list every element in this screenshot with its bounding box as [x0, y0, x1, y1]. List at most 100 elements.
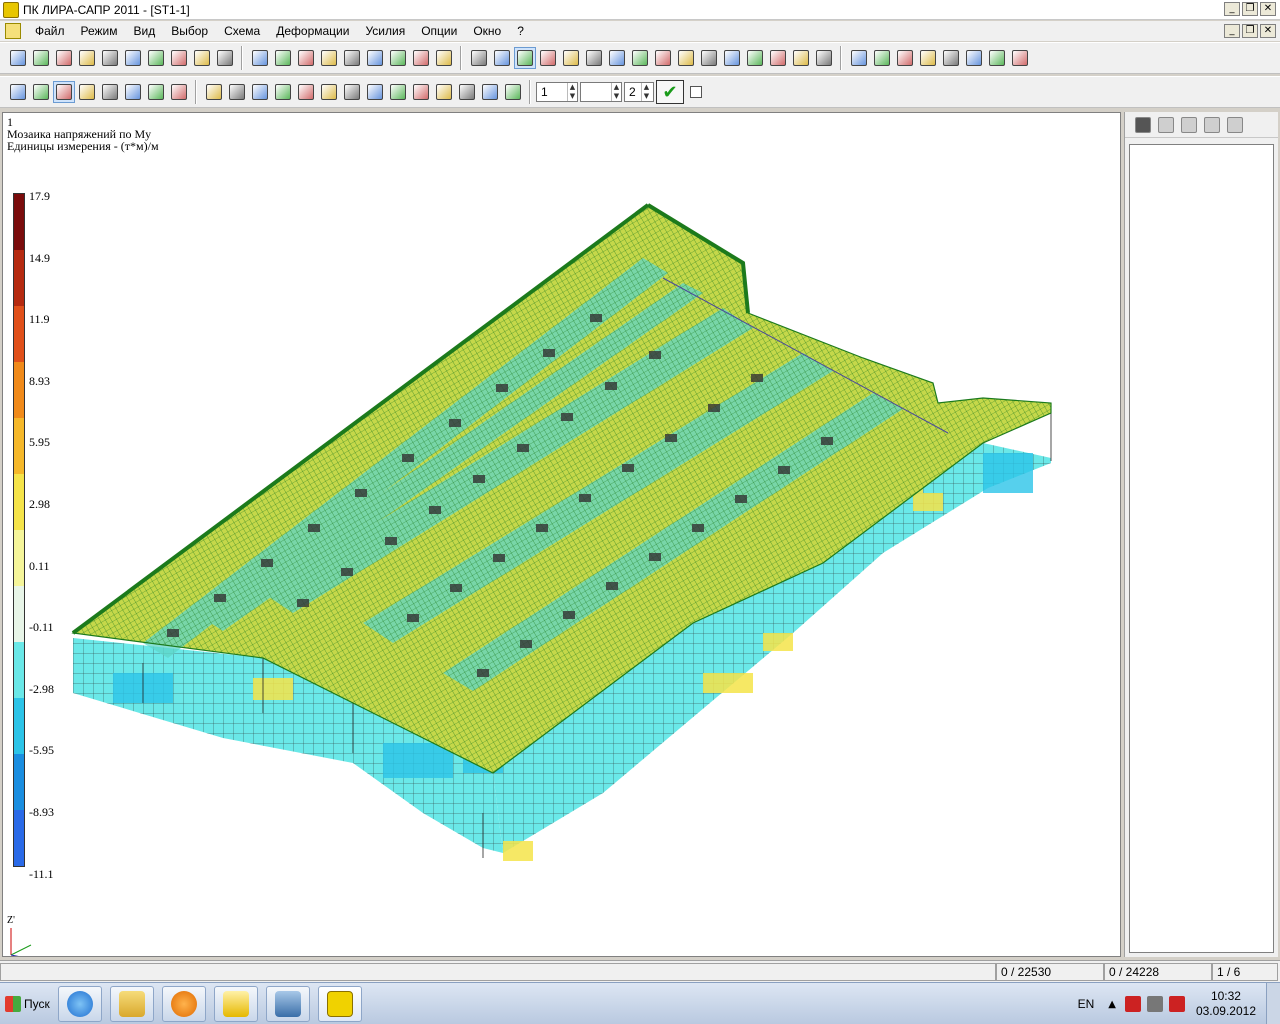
spinner-3[interactable]: 2 ▲ ▼ — [624, 82, 654, 102]
export-icon[interactable] — [364, 81, 386, 103]
save-icon[interactable] — [1155, 114, 1177, 136]
axis-y-icon[interactable] — [871, 47, 893, 69]
settings-icon[interactable] — [433, 81, 455, 103]
menu-scheme[interactable]: Схема — [216, 24, 268, 38]
fem-model-view[interactable] — [3, 113, 1121, 957]
camera-icon[interactable] — [1132, 114, 1154, 136]
refresh-icon[interactable] — [341, 47, 363, 69]
rot-y-icon[interactable] — [940, 47, 962, 69]
grid-icon[interactable] — [191, 47, 213, 69]
link-icon[interactable] — [214, 47, 236, 69]
menu-view[interactable]: Вид — [126, 24, 164, 38]
edit-icon[interactable] — [99, 47, 121, 69]
minimize-button[interactable]: _ — [1224, 2, 1240, 16]
pencil-icon[interactable] — [387, 47, 409, 69]
close-button[interactable]: ✕ — [1260, 2, 1276, 16]
load-case-value[interactable]: 1 — [537, 85, 567, 99]
gauss-icon[interactable] — [122, 47, 144, 69]
frame-icon[interactable] — [7, 81, 29, 103]
zoom-out-icon[interactable] — [537, 47, 559, 69]
spin-arrows-icon[interactable]: ▲ ▼ — [567, 83, 577, 101]
menu-options[interactable]: Опции — [413, 24, 465, 38]
mosaic-icon[interactable] — [203, 81, 225, 103]
book-icon[interactable] — [790, 47, 812, 69]
clear-icon[interactable] — [1201, 114, 1223, 136]
zoom-fit-icon[interactable] — [433, 47, 455, 69]
filter-select-icon[interactable] — [491, 47, 513, 69]
menu-help[interactable]: ? — [509, 24, 532, 38]
mdi-restore-button[interactable]: ❐ — [1242, 24, 1258, 38]
axis-x-icon[interactable] — [848, 47, 870, 69]
zoom-window-icon[interactable] — [560, 47, 582, 69]
start-button[interactable]: Пуск — [2, 987, 54, 1021]
copy-icon[interactable] — [1178, 114, 1200, 136]
clock[interactable]: 10:32 03.09.2012 — [1196, 989, 1256, 1019]
volume-icon[interactable] — [1168, 996, 1185, 1012]
print-icon[interactable] — [1224, 114, 1246, 136]
section-icon[interactable] — [145, 81, 167, 103]
kn-icon[interactable] — [479, 81, 501, 103]
menu-file[interactable]: Файл — [27, 24, 73, 38]
load-case-spinner[interactable]: 1 ▲ ▼ — [536, 82, 578, 102]
table-icon[interactable] — [698, 47, 720, 69]
lira-tool-icon[interactable] — [266, 985, 310, 1022]
wave-icon[interactable] — [76, 81, 98, 103]
new-file-icon[interactable] — [7, 47, 29, 69]
filter-icon[interactable] — [468, 47, 490, 69]
language-indicator[interactable]: EN — [1078, 997, 1095, 1011]
zoom-all-icon[interactable] — [583, 47, 605, 69]
columns-icon[interactable] — [249, 81, 271, 103]
spin-arrows-icon[interactable]: ▲ ▼ — [641, 83, 651, 101]
pick-icon[interactable] — [364, 47, 386, 69]
spin-arrows-icon[interactable]: ▲ ▼ — [611, 83, 621, 101]
sum-icon[interactable] — [168, 81, 190, 103]
camera-icon[interactable] — [721, 47, 743, 69]
restore-button[interactable]: ❐ — [1242, 2, 1258, 16]
paint-icon[interactable] — [629, 47, 651, 69]
copy-icon[interactable] — [675, 47, 697, 69]
lira-sapr-task-icon[interactable] — [318, 985, 362, 1022]
alpha-icon[interactable] — [1009, 47, 1031, 69]
histogram-icon[interactable] — [410, 81, 432, 103]
axis-z-icon[interactable] — [894, 47, 916, 69]
show-desktop-button[interactable] — [1266, 983, 1280, 1024]
explorer-folder-icon[interactable] — [110, 985, 154, 1022]
star-icon[interactable] — [652, 47, 674, 69]
zoom-icon[interactable] — [410, 47, 432, 69]
palette-icon[interactable] — [502, 81, 524, 103]
zoom-in-icon[interactable] — [513, 47, 536, 69]
stress-s-icon[interactable] — [341, 81, 363, 103]
fork-icon[interactable] — [456, 81, 478, 103]
edit-doc-icon[interactable] — [387, 81, 409, 103]
snapshot-list[interactable] — [1129, 144, 1274, 953]
rebar-icon[interactable] — [122, 81, 144, 103]
layers-icon[interactable] — [744, 47, 766, 69]
angle-icon[interactable] — [986, 47, 1008, 69]
view-icon[interactable] — [295, 47, 317, 69]
network-icon[interactable] — [1124, 996, 1141, 1012]
menu-deformations[interactable]: Деформации — [268, 24, 357, 38]
tray-expand-icon[interactable]: ▲ — [1108, 999, 1116, 1010]
menu-select[interactable]: Выбор — [163, 24, 216, 38]
save-icon[interactable] — [53, 47, 75, 69]
stress-b-icon[interactable] — [295, 81, 317, 103]
display-icon[interactable] — [1146, 996, 1163, 1012]
axis-icon[interactable] — [249, 47, 271, 69]
mail-icon[interactable] — [214, 985, 258, 1022]
query-icon[interactable] — [767, 47, 789, 69]
document-icon[interactable] — [5, 23, 21, 39]
arch-icon[interactable] — [30, 81, 52, 103]
bend-icon[interactable] — [52, 81, 75, 103]
menu-window[interactable]: Окно — [465, 24, 509, 38]
internet-explorer-icon[interactable] — [58, 985, 102, 1022]
media-player-icon[interactable] — [162, 985, 206, 1022]
rot-z-icon[interactable] — [963, 47, 985, 69]
sigma-n-icon[interactable] — [168, 47, 190, 69]
load-icon[interactable] — [76, 47, 98, 69]
mdi-minimize-button[interactable]: _ — [1224, 24, 1240, 38]
mosaic-a-icon[interactable] — [226, 81, 248, 103]
sigma-icon[interactable] — [145, 47, 167, 69]
rotate-view-icon[interactable] — [318, 47, 340, 69]
menu-mode[interactable]: Режим — [73, 24, 126, 38]
spinner-3-value[interactable]: 2 — [625, 85, 641, 99]
